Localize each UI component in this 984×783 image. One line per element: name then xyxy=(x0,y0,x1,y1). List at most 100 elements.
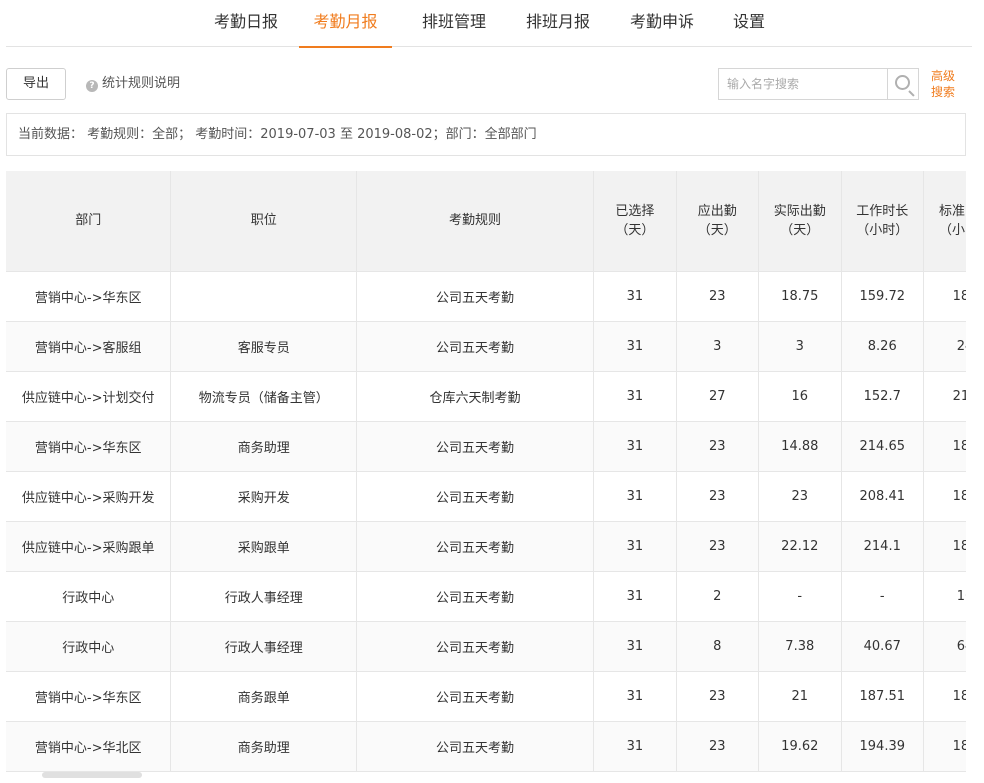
current-filter-summary: 当前数据： 考勤规则：全部； 考勤时间：2019-07-03 至 2019-08… xyxy=(6,113,966,156)
cell-position xyxy=(170,271,357,322)
name-search-input[interactable] xyxy=(718,68,888,100)
cell-actual-days: 21 xyxy=(758,671,842,722)
table-row[interactable]: 营销中心->华东区商务跟单公司五天考勤312321187.51184 xyxy=(6,671,966,722)
header-standard-hours[interactable]: 标准时长（小时） xyxy=(923,171,966,272)
cell-actual-days: 7.38 xyxy=(758,621,842,672)
cell-attendance-rule: 公司五天考勤 xyxy=(356,621,595,672)
header-selected-days[interactable]: 已选择 （天） xyxy=(593,171,677,272)
cell-actual-days: - xyxy=(758,571,842,622)
cell-required-days: 3 xyxy=(676,321,760,372)
cell-department: 营销中心->华东区 xyxy=(6,671,172,722)
cell-position: 客服专员 xyxy=(170,321,357,372)
cell-department: 行政中心 xyxy=(6,621,172,672)
cell-position: 物流专员（储备主管） xyxy=(170,371,357,422)
cell-work-hours: 8.26 xyxy=(841,321,924,372)
cell-work-hours: 152.7 xyxy=(841,371,924,422)
table-row[interactable]: 营销中心->华东区 公司五天考勤312318.75159.72184 xyxy=(6,271,966,322)
cell-standard-hours: 184 xyxy=(923,271,966,322)
toolbar: 导出 ? 统计规则说明 高级 搜索 xyxy=(6,68,966,100)
cell-department: 供应链中心->计划交付 xyxy=(6,371,172,422)
cell-attendance-rule: 公司五天考勤 xyxy=(356,471,595,522)
cell-selected-days: 31 xyxy=(593,371,677,422)
cell-work-hours: 40.67 xyxy=(841,621,924,672)
cell-standard-hours: 64 xyxy=(923,621,966,672)
statistics-rules-link[interactable]: ? 统计规则说明 xyxy=(86,68,180,100)
cell-required-days: 2 xyxy=(676,571,760,622)
cell-actual-days: 19.62 xyxy=(758,721,842,772)
cell-attendance-rule: 公司五天考勤 xyxy=(356,721,595,772)
cell-position: 行政人事经理 xyxy=(170,621,357,672)
cell-standard-hours: 184 xyxy=(923,471,966,522)
table-row[interactable]: 供应链中心->采购开发采购开发公司五天考勤312323208.41184 xyxy=(6,471,966,522)
cell-actual-days: 14.88 xyxy=(758,421,842,472)
advanced-search-link[interactable]: 高级 搜索 xyxy=(928,68,958,100)
cell-work-hours: 214.65 xyxy=(841,421,924,472)
tab-attendance-appeal[interactable]: 考勤申诉 xyxy=(625,0,699,47)
cell-attendance-rule: 公司五天考勤 xyxy=(356,671,595,722)
cell-department: 供应链中心->采购跟单 xyxy=(6,521,172,572)
header-required-days[interactable]: 应出勤 （天） xyxy=(676,171,760,272)
cell-required-days: 23 xyxy=(676,721,760,772)
table-row[interactable]: 营销中心->华东区商务助理公司五天考勤312314.88214.65184 xyxy=(6,421,966,472)
cell-work-hours: 159.72 xyxy=(841,271,924,322)
cell-department: 供应链中心->采购开发 xyxy=(6,471,172,522)
cell-attendance-rule: 公司五天考勤 xyxy=(356,321,595,372)
cell-department: 营销中心->华北区 xyxy=(6,721,172,772)
cell-attendance-rule: 公司五天考勤 xyxy=(356,421,595,472)
table-row[interactable]: 供应链中心->采购跟单采购跟单公司五天考勤312322.12214.1184 xyxy=(6,521,966,572)
table-row[interactable]: 行政中心行政人事经理公司五天考勤3187.3840.6764 xyxy=(6,621,966,672)
cell-position: 采购跟单 xyxy=(170,521,357,572)
cell-selected-days: 31 xyxy=(593,271,677,322)
table-row[interactable]: 供应链中心->计划交付 物流专员（储备主管） 仓库六天制考勤 31 27 16 152.7 2… xyxy=(6,371,966,422)
monthly-report-table-container[interactable]: 部门 职位 考勤规则 已选择 （天） 应出勤 （天） 实际出勤 （天） 工作时长 （小时… xyxy=(6,171,966,777)
tab-settings[interactable]: 设置 xyxy=(729,0,769,47)
cell-standard-hours: 216 xyxy=(923,371,966,422)
header-work-hours[interactable]: 工作时长 （小时） xyxy=(841,171,924,272)
cell-actual-days: 18.75 xyxy=(758,271,842,322)
cell-standard-hours: 184 xyxy=(923,671,966,722)
table-row[interactable]: 营销中心->华北区商务助理公司五天考勤312319.62194.39184 xyxy=(6,721,966,772)
cell-position: 商务跟单 xyxy=(170,671,357,722)
cell-department: 营销中心->客服组 xyxy=(6,321,172,372)
cell-selected-days: 31 xyxy=(593,471,677,522)
cell-attendance-rule: 公司五天考勤 xyxy=(356,571,595,622)
table-header-row: 部门 职位 考勤规则 已选择 （天） 应出勤 （天） 实际出勤 （天） 工作时长 （小时… xyxy=(6,171,966,272)
cell-required-days: 23 xyxy=(676,471,760,522)
advanced-search-label-line2: 搜索 xyxy=(930,85,955,99)
tab-shift-management[interactable]: 排班管理 xyxy=(417,0,491,47)
tab-daily-report[interactable]: 考勤日报 xyxy=(209,0,283,47)
cell-selected-days: 31 xyxy=(593,321,677,372)
cell-required-days: 27 xyxy=(676,371,760,422)
cell-work-hours: 194.39 xyxy=(841,721,924,772)
cell-selected-days: 31 xyxy=(593,621,677,672)
cell-department: 营销中心->华东区 xyxy=(6,271,172,322)
cell-actual-days: 23 xyxy=(758,471,842,522)
cell-selected-days: 31 xyxy=(593,521,677,572)
cell-required-days: 23 xyxy=(676,671,760,722)
cell-department: 营销中心->华东区 xyxy=(6,421,172,472)
cell-required-days: 8 xyxy=(676,621,760,672)
table-row[interactable]: 行政中心行政人事经理公司五天考勤312--16 xyxy=(6,571,966,622)
advanced-search-label-line1: 高级 xyxy=(930,69,955,83)
header-actual-days[interactable]: 实际出勤 （天） xyxy=(758,171,842,272)
cell-standard-hours: 184 xyxy=(923,421,966,472)
cell-standard-hours: 184 xyxy=(923,721,966,772)
header-attendance-rule[interactable]: 考勤规则 xyxy=(356,171,595,272)
cell-position: 采购开发 xyxy=(170,471,357,522)
tab-monthly-report[interactable]: 考勤月报 xyxy=(299,0,392,48)
cell-position: 商务助理 xyxy=(170,421,357,472)
header-position[interactable]: 职位 xyxy=(170,171,357,272)
table-row[interactable]: 营销中心->客服组客服专员公司五天考勤31338.2624 xyxy=(6,321,966,372)
cell-required-days: 23 xyxy=(676,271,760,322)
cell-selected-days: 31 xyxy=(593,421,677,472)
search-button[interactable] xyxy=(887,68,919,100)
export-button[interactable]: 导出 xyxy=(6,68,66,100)
cell-standard-hours: 184 xyxy=(923,521,966,572)
cell-work-hours: 208.41 xyxy=(841,471,924,522)
cell-work-hours: 214.1 xyxy=(841,521,924,572)
horizontal-scrollbar[interactable] xyxy=(42,772,142,778)
tab-shift-monthly-report[interactable]: 排班月报 xyxy=(521,0,595,47)
cell-attendance-rule: 仓库六天制考勤 xyxy=(356,371,595,422)
header-department[interactable]: 部门 xyxy=(6,171,172,272)
cell-attendance-rule: 公司五天考勤 xyxy=(356,521,595,572)
